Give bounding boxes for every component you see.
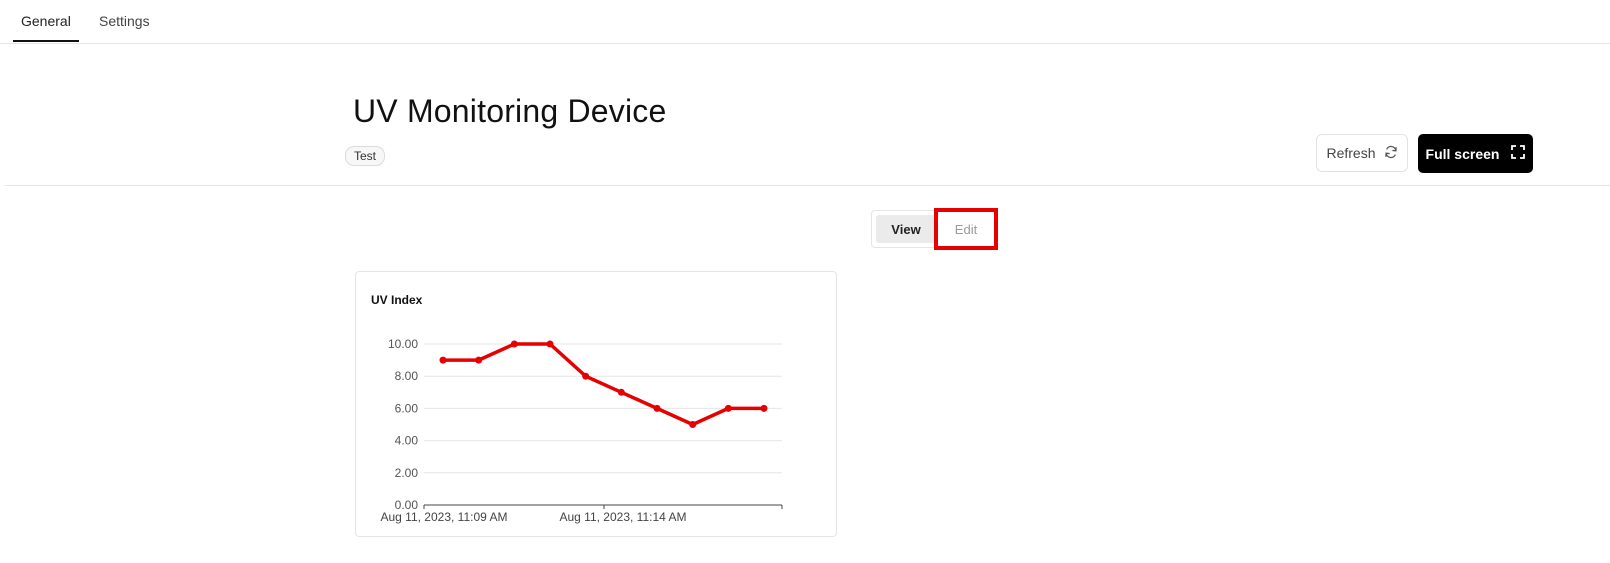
x-tick-label: Aug 11, 2023, 11:14 AM <box>560 510 687 524</box>
data-point <box>689 421 697 428</box>
data-point <box>475 356 483 364</box>
page-title: UV Monitoring Device <box>353 93 667 129</box>
y-tick-label: 10.00 <box>388 337 418 351</box>
uv-index-chart: 0.002.004.006.008.0010.00Aug 11, 2023, 1… <box>381 337 783 524</box>
data-point <box>546 340 554 348</box>
uv-index-card: UV Index 0.00 2.00 4.00 6.00 8.00 10.00 Aug 11… <box>355 271 837 537</box>
fullscreen-button[interactable]: Full screen <box>1418 134 1533 173</box>
fullscreen-label: Full screen <box>1425 145 1500 162</box>
tab-general[interactable]: General <box>21 13 71 29</box>
edit-mode-button[interactable]: Edit <box>934 208 998 250</box>
tab-bar: General Settings <box>0 0 1610 44</box>
x-tick-label: Aug 11, 2023, 11:09 AM <box>381 510 508 524</box>
data-point <box>724 404 732 412</box>
refresh-label: Refresh <box>1326 145 1376 161</box>
refresh-button[interactable]: Refresh <box>1316 134 1408 172</box>
refresh-icon <box>1384 145 1398 162</box>
data-point <box>510 340 518 348</box>
series-line <box>443 342 764 427</box>
data-point <box>439 356 447 364</box>
y-tick-label: 8.00 <box>395 369 419 383</box>
data-point <box>582 372 590 380</box>
view-mode-button[interactable]: View <box>876 215 936 243</box>
tab-settings[interactable]: Settings <box>99 13 150 29</box>
y-tick-label: 4.00 <box>395 434 419 448</box>
data-point <box>617 388 625 396</box>
y-tick-label: 2.00 <box>395 466 419 480</box>
fullscreen-icon <box>1511 145 1526 162</box>
data-point <box>760 404 768 412</box>
header-divider <box>5 185 1610 186</box>
active-tab-indicator <box>13 40 79 42</box>
y-tick-label: 6.00 <box>395 401 419 415</box>
tag-badge: Test <box>345 146 386 166</box>
data-point <box>653 404 661 412</box>
